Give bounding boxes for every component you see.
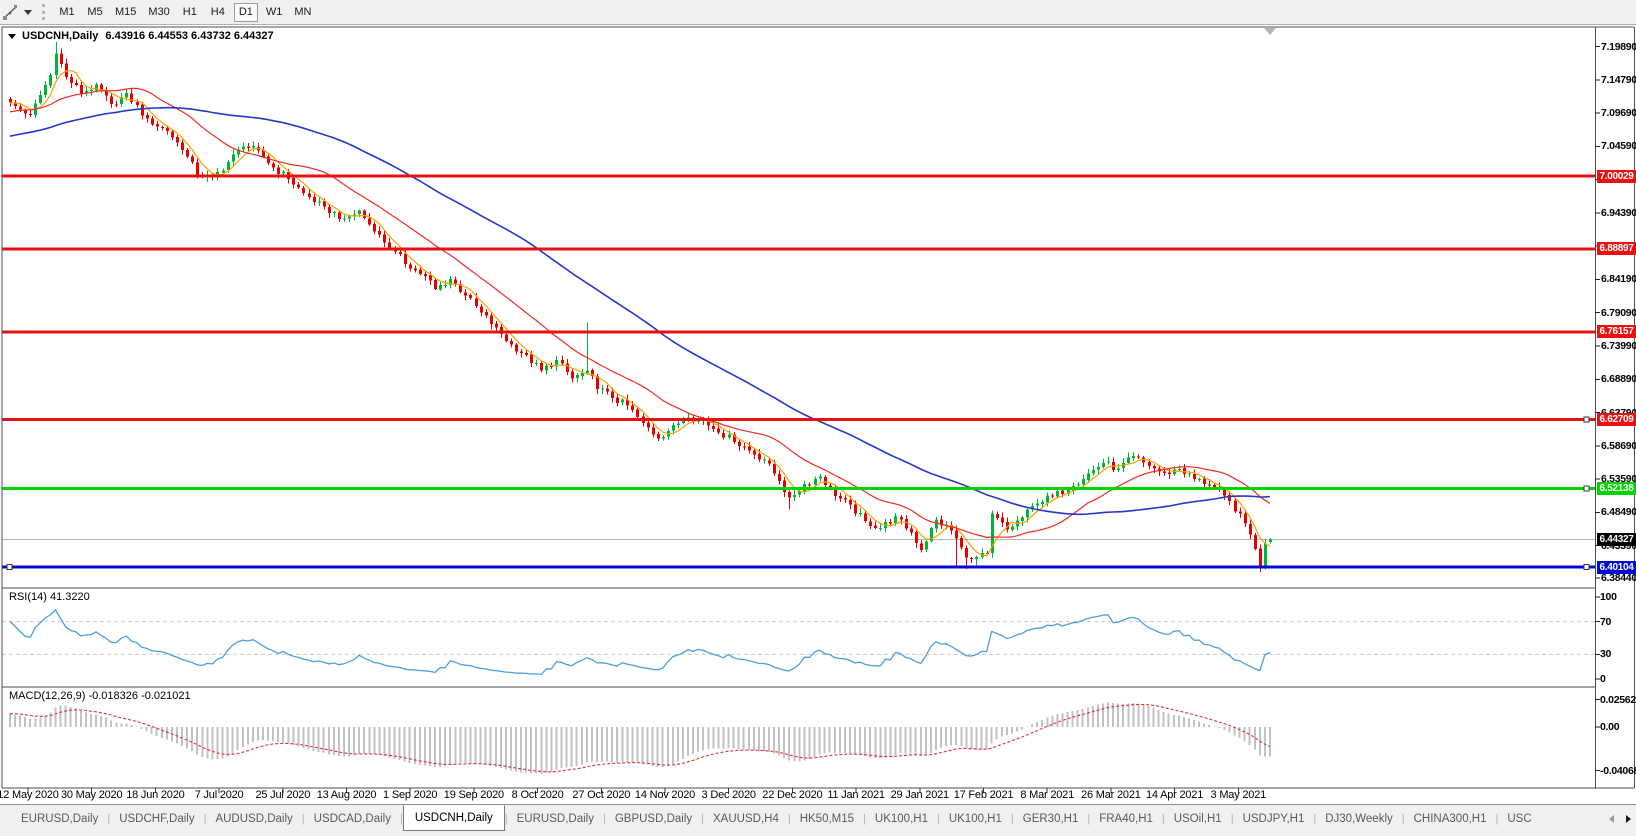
tab-usoil-h1[interactable]: USOil,H1 xyxy=(1165,808,1231,830)
tab-scroll-right-icon[interactable] xyxy=(1626,815,1631,823)
price-axis-tick: 6.94390 xyxy=(1601,206,1636,219)
chart-title-symbol: USDCNH,Daily xyxy=(22,30,99,42)
price-axis-tick: 6.84190 xyxy=(1601,273,1636,286)
rsi-axis-tick: 100 xyxy=(1600,591,1617,603)
dropdown-caret-icon[interactable] xyxy=(24,9,32,15)
tab-audusd-daily[interactable]: AUDUSD,Daily xyxy=(206,808,301,830)
tab-ger30-h1[interactable]: GER30,H1 xyxy=(1014,808,1088,830)
timeframe-button-m5[interactable]: M5 xyxy=(83,3,107,22)
timeframe-toolbar: M1 M5 M15 M30 H1 H4 D1 W1 MN xyxy=(53,2,317,22)
tab-scroll-arrows xyxy=(1609,815,1631,823)
chart-title: USDCNH,Daily 6.43916 6.44553 6.43732 6.4… xyxy=(8,30,274,42)
tab-hk50-m15[interactable]: HK50,M15 xyxy=(791,808,863,830)
timeframe-button-d1[interactable]: D1 xyxy=(233,2,258,22)
candles xyxy=(9,42,1272,573)
price-axis-tick: 6.73990 xyxy=(1601,339,1636,352)
line-handle[interactable] xyxy=(1583,416,1590,423)
macd-axis-tick: 0.025623 xyxy=(1600,693,1636,706)
price-axis-tick: 7.09690 xyxy=(1601,107,1636,120)
chart-frame: USDCNH,Daily 6.43916 6.44553 6.43732 6.4… xyxy=(0,26,1636,804)
price-axis-tick: 6.38440 xyxy=(1601,571,1636,584)
price-tag-6.52138: 6.52138 xyxy=(1597,482,1636,496)
toolbar-grip-handle[interactable] xyxy=(42,4,45,20)
chart-title-ohlc: 6.43916 6.44553 6.43732 6.44327 xyxy=(105,30,274,42)
macd-indicator-label: MACD(12,26,9) -0.018326 -0.021021 xyxy=(9,690,191,702)
tab-eurusd-daily[interactable]: EURUSD,Daily xyxy=(508,808,603,830)
mt4-chart-window: M1 M5 M15 M30 H1 H4 D1 W1 MN USDCNH,Daily 6.4391… xyxy=(0,0,1636,836)
tab-scroll-left-icon[interactable] xyxy=(1609,815,1614,823)
ma-fast-line[interactable] xyxy=(10,69,1271,557)
symbol-dropdown-icon[interactable] xyxy=(8,33,16,39)
tab-usdcnh-daily[interactable]: USDCNH,Daily xyxy=(402,805,505,831)
price-tag-6.62709: 6.62709 xyxy=(1597,413,1636,427)
price-tag-6.88897: 6.88897 xyxy=(1597,242,1636,256)
rsi-axis-tick: 30 xyxy=(1600,648,1612,661)
tab-uk100-h1[interactable]: UK100,H1 xyxy=(940,808,1011,830)
date-label: 3 May 2021 xyxy=(1210,789,1267,801)
up-candle-wicks xyxy=(35,42,1271,570)
line-handle[interactable] xyxy=(6,564,13,570)
price-tag-current: 6.44327 xyxy=(1597,532,1636,546)
tab-usdjpy-h1[interactable]: USDJPY,H1 xyxy=(1234,808,1314,830)
timeframe-button-m15[interactable]: M15 xyxy=(111,3,140,22)
timeframe-button-h4[interactable]: H4 xyxy=(206,3,230,22)
tab-usc[interactable]: USC xyxy=(1498,808,1540,830)
line-handle[interactable] xyxy=(1583,485,1590,492)
tab-usdchf-daily[interactable]: USDCHF,Daily xyxy=(110,808,203,830)
macd-axis-tick: 0.00 xyxy=(1600,721,1620,733)
tab-uk100-h1[interactable]: UK100,H1 xyxy=(866,808,937,830)
candlestick-chart[interactable] xyxy=(0,26,1636,804)
line-handle[interactable] xyxy=(1583,564,1590,570)
tab-eurusd-daily[interactable]: EURUSD,Daily xyxy=(12,808,107,830)
tab-dj30-weekly[interactable]: DJ30,Weekly xyxy=(1316,808,1402,830)
tab-fra40-h1[interactable]: FRA40,H1 xyxy=(1090,808,1162,830)
timeframe-button-h1[interactable]: H1 xyxy=(178,3,202,22)
tab-china300-h1[interactable]: CHINA300,H1 xyxy=(1405,808,1496,830)
price-axis-tick: 6.79090 xyxy=(1601,306,1636,319)
price-axis-tick: 6.58690 xyxy=(1601,439,1636,452)
chart-shift-marker-icon[interactable] xyxy=(1264,28,1276,35)
price-axis-tick: 6.48490 xyxy=(1601,506,1636,519)
chart-toolbar: M1 M5 M15 M30 H1 H4 D1 W1 MN xyxy=(0,0,1636,25)
timeframe-button-m30[interactable]: M30 xyxy=(144,3,173,22)
price-tag-7.00029: 7.00029 xyxy=(1597,169,1636,183)
timeframe-button-w1[interactable]: W1 xyxy=(262,3,287,22)
tab-xauusd-h4[interactable]: XAUUSD,H4 xyxy=(704,808,788,830)
timeframe-button-mn[interactable]: MN xyxy=(290,3,315,22)
rsi-line xyxy=(9,608,1271,676)
macd-axis-tick: -0.04068 xyxy=(1600,764,1636,777)
rsi-indicator-label: RSI(14) 41.3220 xyxy=(9,591,90,603)
price-tag-6.40104: 6.40104 xyxy=(1597,560,1636,574)
rsi-axis-tick: 0 xyxy=(1600,673,1606,685)
price-axis-tick: 7.14790 xyxy=(1601,73,1636,86)
chart-tab-bar: EURUSD,Daily | USDCHF,Daily | AUDUSD,Daily | U… xyxy=(0,804,1636,836)
macd-signal-line xyxy=(9,703,1271,773)
ma-medium-line[interactable] xyxy=(9,87,1271,539)
line-studies-icon[interactable] xyxy=(2,3,20,21)
price-axis-tick: 6.68890 xyxy=(1601,373,1636,386)
timeframe-button-m1[interactable]: M1 xyxy=(55,3,79,22)
price-tag-6.76157: 6.76157 xyxy=(1597,325,1636,339)
chart-tabs: EURUSD,Daily | USDCHF,Daily | AUDUSD,Daily | U… xyxy=(0,805,1608,832)
price-axis-tick: 7.04590 xyxy=(1601,140,1636,153)
tab-gbpusd-daily[interactable]: GBPUSD,Daily xyxy=(606,808,701,830)
price-axis-tick: 7.19890 xyxy=(1601,40,1636,53)
tab-usdcad-daily[interactable]: USDCAD,Daily xyxy=(305,808,400,830)
rsi-axis-tick: 70 xyxy=(1600,615,1612,628)
